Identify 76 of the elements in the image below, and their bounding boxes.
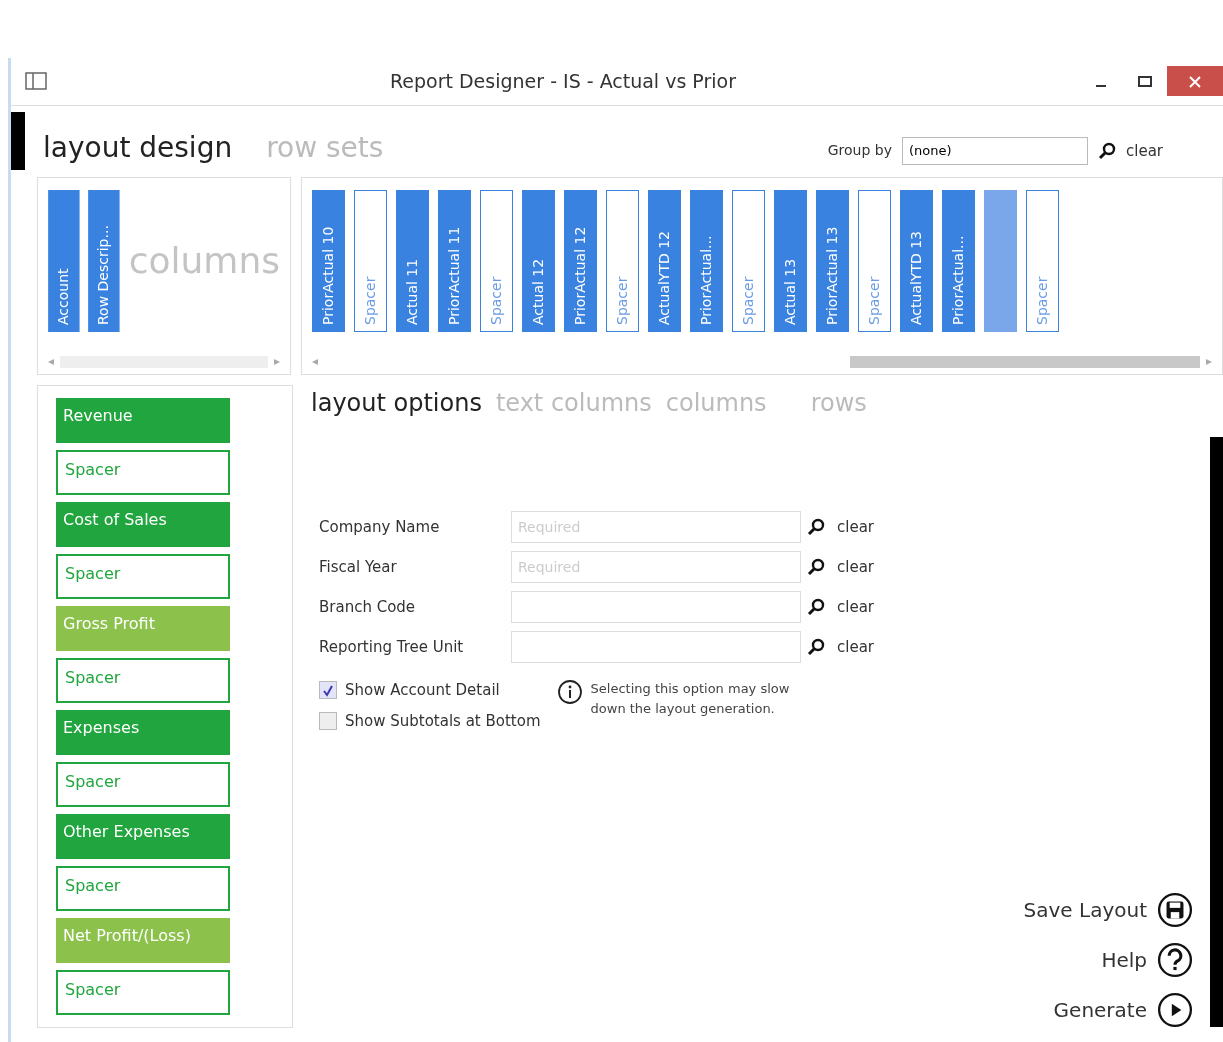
field-label: Reporting Tree Unit — [319, 636, 465, 658]
spacer-column[interactable]: Spacer — [606, 189, 639, 332]
clear-link[interactable]: clear — [837, 635, 897, 659]
column-block[interactable]: PriorActual... — [942, 189, 975, 332]
window-icon — [25, 72, 47, 91]
checkbox[interactable] — [319, 681, 337, 700]
field-label: Company Name — [319, 516, 441, 538]
checkbox[interactable] — [319, 711, 337, 730]
spacer-column[interactable]: Spacer — [480, 189, 513, 332]
column-block[interactable]: PriorActual 12 — [564, 189, 597, 332]
tab[interactable]: layout options — [311, 385, 482, 421]
field-label: Fiscal Year — [319, 556, 398, 578]
column-block[interactable]: PriorActual 13 — [816, 189, 849, 332]
column-block[interactable]: ActualYTD 13 — [900, 189, 933, 332]
close-icon — [1189, 75, 1201, 88]
drop-zone-hint: columns — [128, 238, 280, 283]
group-by-field[interactable]: (none) — [902, 136, 1088, 165]
search-icon[interactable] — [807, 638, 825, 656]
column-block[interactable]: ActualYTD 12 — [648, 189, 681, 332]
scroll-right-icon[interactable] — [1206, 359, 1212, 365]
column-block[interactable]: Actual 12 — [522, 189, 555, 332]
checkbox-label: Show Subtotals at Bottom — [345, 710, 541, 732]
spacer-row[interactable]: Spacer — [56, 450, 230, 495]
spacer-column[interactable]: Spacer — [1026, 189, 1059, 332]
spacer-row[interactable]: Spacer — [56, 762, 230, 807]
clear-link[interactable]: clear — [837, 515, 897, 539]
action-button[interactable]: Generate — [1053, 992, 1193, 1028]
accent-bar — [11, 112, 25, 171]
column-block[interactable]: PriorActual... — [690, 189, 723, 332]
column-block[interactable]: Actual 13 — [774, 189, 807, 332]
minimize-icon — [1096, 84, 1106, 87]
input-field[interactable] — [511, 591, 801, 623]
spacer-column[interactable]: Spacer — [732, 189, 765, 332]
info-icon — [556, 679, 583, 705]
scrollbar-thumb[interactable] — [850, 356, 1200, 368]
clear-link[interactable]: clear — [837, 555, 897, 579]
group-by-label: Group by — [827, 141, 892, 161]
action-button[interactable]: Help — [1101, 942, 1193, 978]
spacer-row[interactable]: Spacer — [56, 866, 230, 911]
info-note: Selecting this option may slow down the layout generation. — [590, 680, 791, 718]
row-block[interactable]: Cost of Sales — [56, 502, 230, 547]
help-icon — [1157, 942, 1193, 978]
search-icon[interactable] — [1098, 141, 1116, 160]
spacer-column[interactable]: Spacer — [354, 189, 387, 332]
column-block[interactable]: PriorActual 10 — [312, 189, 345, 332]
action-button[interactable]: Save Layout — [1023, 892, 1193, 928]
scroll-left-icon[interactable] — [312, 359, 318, 365]
spacer-row[interactable]: Spacer — [56, 970, 230, 1015]
search-icon[interactable] — [807, 518, 825, 536]
row-block[interactable]: Expenses — [56, 710, 230, 755]
row-block[interactable]: Gross Profit — [56, 606, 230, 651]
column-block[interactable]: Actual 11 — [396, 189, 429, 332]
save-icon — [1157, 892, 1193, 928]
checkbox-label: Show Account Detail — [345, 680, 500, 701]
play-icon — [1157, 992, 1193, 1028]
row-block[interactable]: Net Profit/(Loss) — [56, 918, 230, 963]
column-block[interactable]: PriorActual 11 — [438, 189, 471, 332]
search-icon[interactable] — [807, 598, 825, 616]
column-block[interactable]: Account — [48, 189, 80, 332]
scroll-left-icon[interactable] — [48, 359, 54, 365]
input-field[interactable] — [511, 631, 801, 663]
row-block[interactable]: Revenue — [56, 398, 230, 443]
field-label: Branch Code — [319, 596, 417, 618]
search-icon[interactable] — [807, 558, 825, 576]
maximize-icon — [1138, 75, 1152, 88]
spacer-column[interactable]: Spacer — [858, 189, 891, 332]
spacer-row[interactable]: Spacer — [56, 554, 230, 599]
window-title: Report Designer - IS - Actual vs Prior — [388, 69, 738, 95]
close-button[interactable] — [1167, 66, 1223, 97]
row-block[interactable]: Other Expenses — [56, 814, 230, 859]
tab[interactable]: layout design — [43, 126, 267, 177]
clear-link[interactable]: clear — [837, 595, 897, 619]
spacer-row[interactable]: Spacer — [56, 658, 230, 703]
scroll-right-icon[interactable] — [274, 359, 280, 365]
clear-link[interactable]: clear — [1126, 139, 1163, 163]
column-block[interactable]: Row Descrip... — [88, 189, 120, 332]
